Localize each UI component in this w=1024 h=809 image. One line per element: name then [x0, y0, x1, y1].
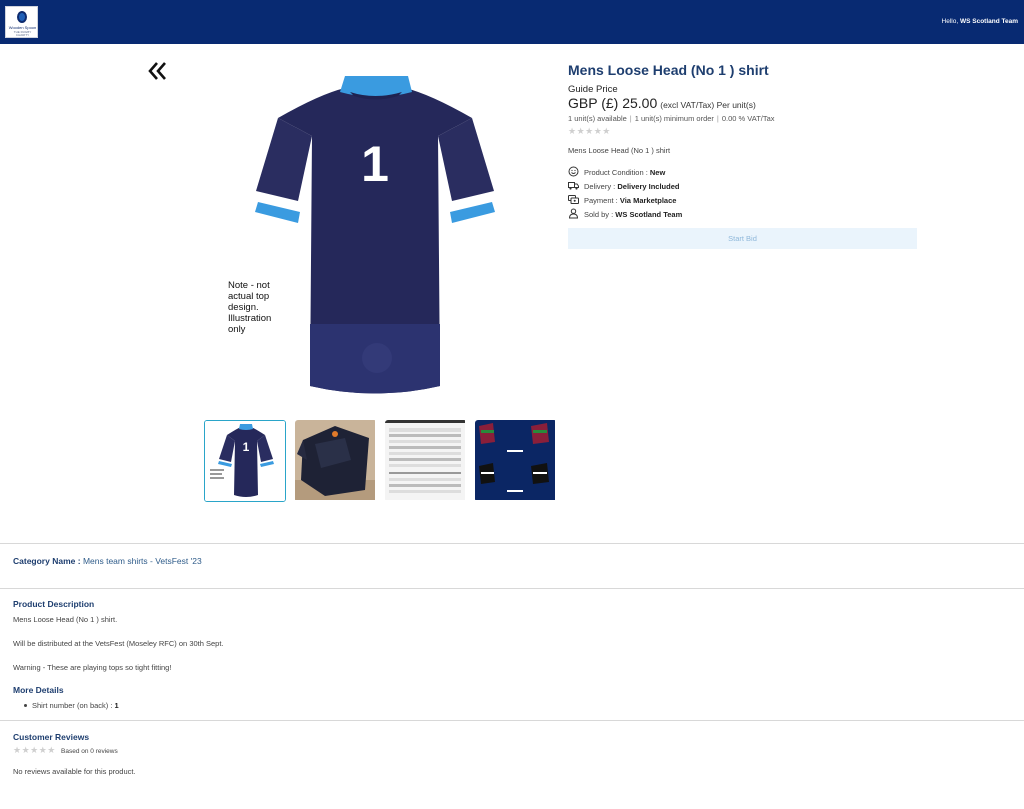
main-product-image: [255, 76, 495, 394]
illustration-note: Note - not actual top design. Illustrati…: [228, 280, 272, 335]
divider: [0, 588, 1024, 589]
designs-thumbnail-icon: [475, 420, 555, 500]
condition-value: New: [649, 168, 666, 177]
user-greeting[interactable]: Hello, WS Scotland Team: [942, 18, 1018, 25]
logo-subtext: THE RUGBY CHARITY: [13, 30, 32, 37]
detail-list-item: Shirt number (on back) : 1: [24, 701, 119, 710]
thumbnail-shirt-illustration[interactable]: 1: [204, 420, 286, 502]
seller-value: WS Scotland Team: [615, 210, 683, 219]
user-icon: [568, 208, 579, 219]
description-line: Will be distributed at the VetsFest (Mos…: [13, 639, 224, 648]
more-details-heading: More Details: [13, 685, 64, 695]
minimum-order: 1 unit(s) minimum order: [634, 114, 714, 123]
guide-price-label: Guide Price: [568, 84, 618, 95]
spoon-logo-icon: [17, 11, 27, 23]
payment-value: Via Marketplace: [619, 196, 677, 205]
product-price: GBP (£) 25.00 (excl VAT/Tax) Per unit(s): [568, 95, 756, 111]
wooden-spoon-logo[interactable]: Wooden Spoon THE RUGBY CHARITY: [5, 6, 38, 38]
reviews-rating-stars: ★★★★★: [13, 745, 56, 755]
svg-text:1: 1: [243, 440, 250, 454]
thumbnail-shirt-photo[interactable]: [295, 420, 377, 502]
delivery-label: Delivery :: [584, 182, 616, 191]
start-bid-button[interactable]: Start Bid: [568, 228, 917, 249]
top-navigation-bar: Wooden Spoon THE RUGBY CHARITY Hello, WS…: [0, 0, 1024, 44]
shirt-thumbnail-icon: 1: [205, 421, 285, 501]
truck-icon: [568, 182, 579, 190]
product-short-description: Mens Loose Head (No 1 ) shirt: [568, 146, 671, 155]
payment-label: Payment :: [584, 196, 618, 205]
divider: [0, 543, 1024, 544]
thumbnail-team-designs[interactable]: [475, 420, 557, 502]
double-chevron-left-icon[interactable]: [148, 61, 168, 81]
price-note: (excl VAT/Tax) Per unit(s): [660, 100, 756, 110]
category-label: Category Name :: [13, 556, 81, 566]
divider: [0, 720, 1024, 721]
detail-label: Shirt number (on back) :: [32, 701, 113, 710]
table-thumbnail-icon: [385, 420, 465, 500]
no-reviews-message: No reviews available for this product.: [13, 767, 136, 776]
description-line: Warning - These are playing tops so tigh…: [13, 663, 172, 672]
product-title: Mens Loose Head (No 1 ) shirt: [568, 62, 769, 78]
customer-reviews-heading: Customer Reviews: [13, 732, 90, 742]
greeting-username: WS Scotland Team: [959, 18, 1018, 25]
delivery-value: Delivery Included: [617, 182, 680, 191]
category-link[interactable]: Mens team shirts - VetsFest '23: [83, 556, 202, 566]
payment-cards-icon: [568, 195, 579, 204]
product-description-heading: Product Description: [13, 599, 95, 609]
price-value: GBP (£) 25.00: [568, 95, 658, 111]
description-line: Mens Loose Head (No 1 ) shirt.: [13, 615, 118, 624]
seller-label: Sold by :: [584, 210, 614, 219]
units-available: 1 unit(s) available: [568, 114, 627, 123]
vat-rate: 0.00 % VAT/Tax: [721, 114, 775, 123]
thumbnail-sizing-table[interactable]: [385, 420, 467, 502]
category-name: Category Name : Mens team shirts - VetsF…: [13, 556, 202, 566]
availability-info: 1 unit(s) available | 1 unit(s) minimum or…: [568, 114, 775, 123]
smile-icon: [568, 166, 579, 177]
product-rating-stars: ★★★★★: [568, 126, 611, 136]
greeting-prefix: Hello,: [941, 18, 959, 25]
reviews-count: Based on 0 reviews: [61, 748, 118, 755]
main-image-number: 1: [361, 136, 389, 192]
condition-label: Product Condition :: [584, 168, 648, 177]
detail-value: 1: [114, 701, 119, 710]
photo-thumbnail-icon: [295, 420, 375, 500]
